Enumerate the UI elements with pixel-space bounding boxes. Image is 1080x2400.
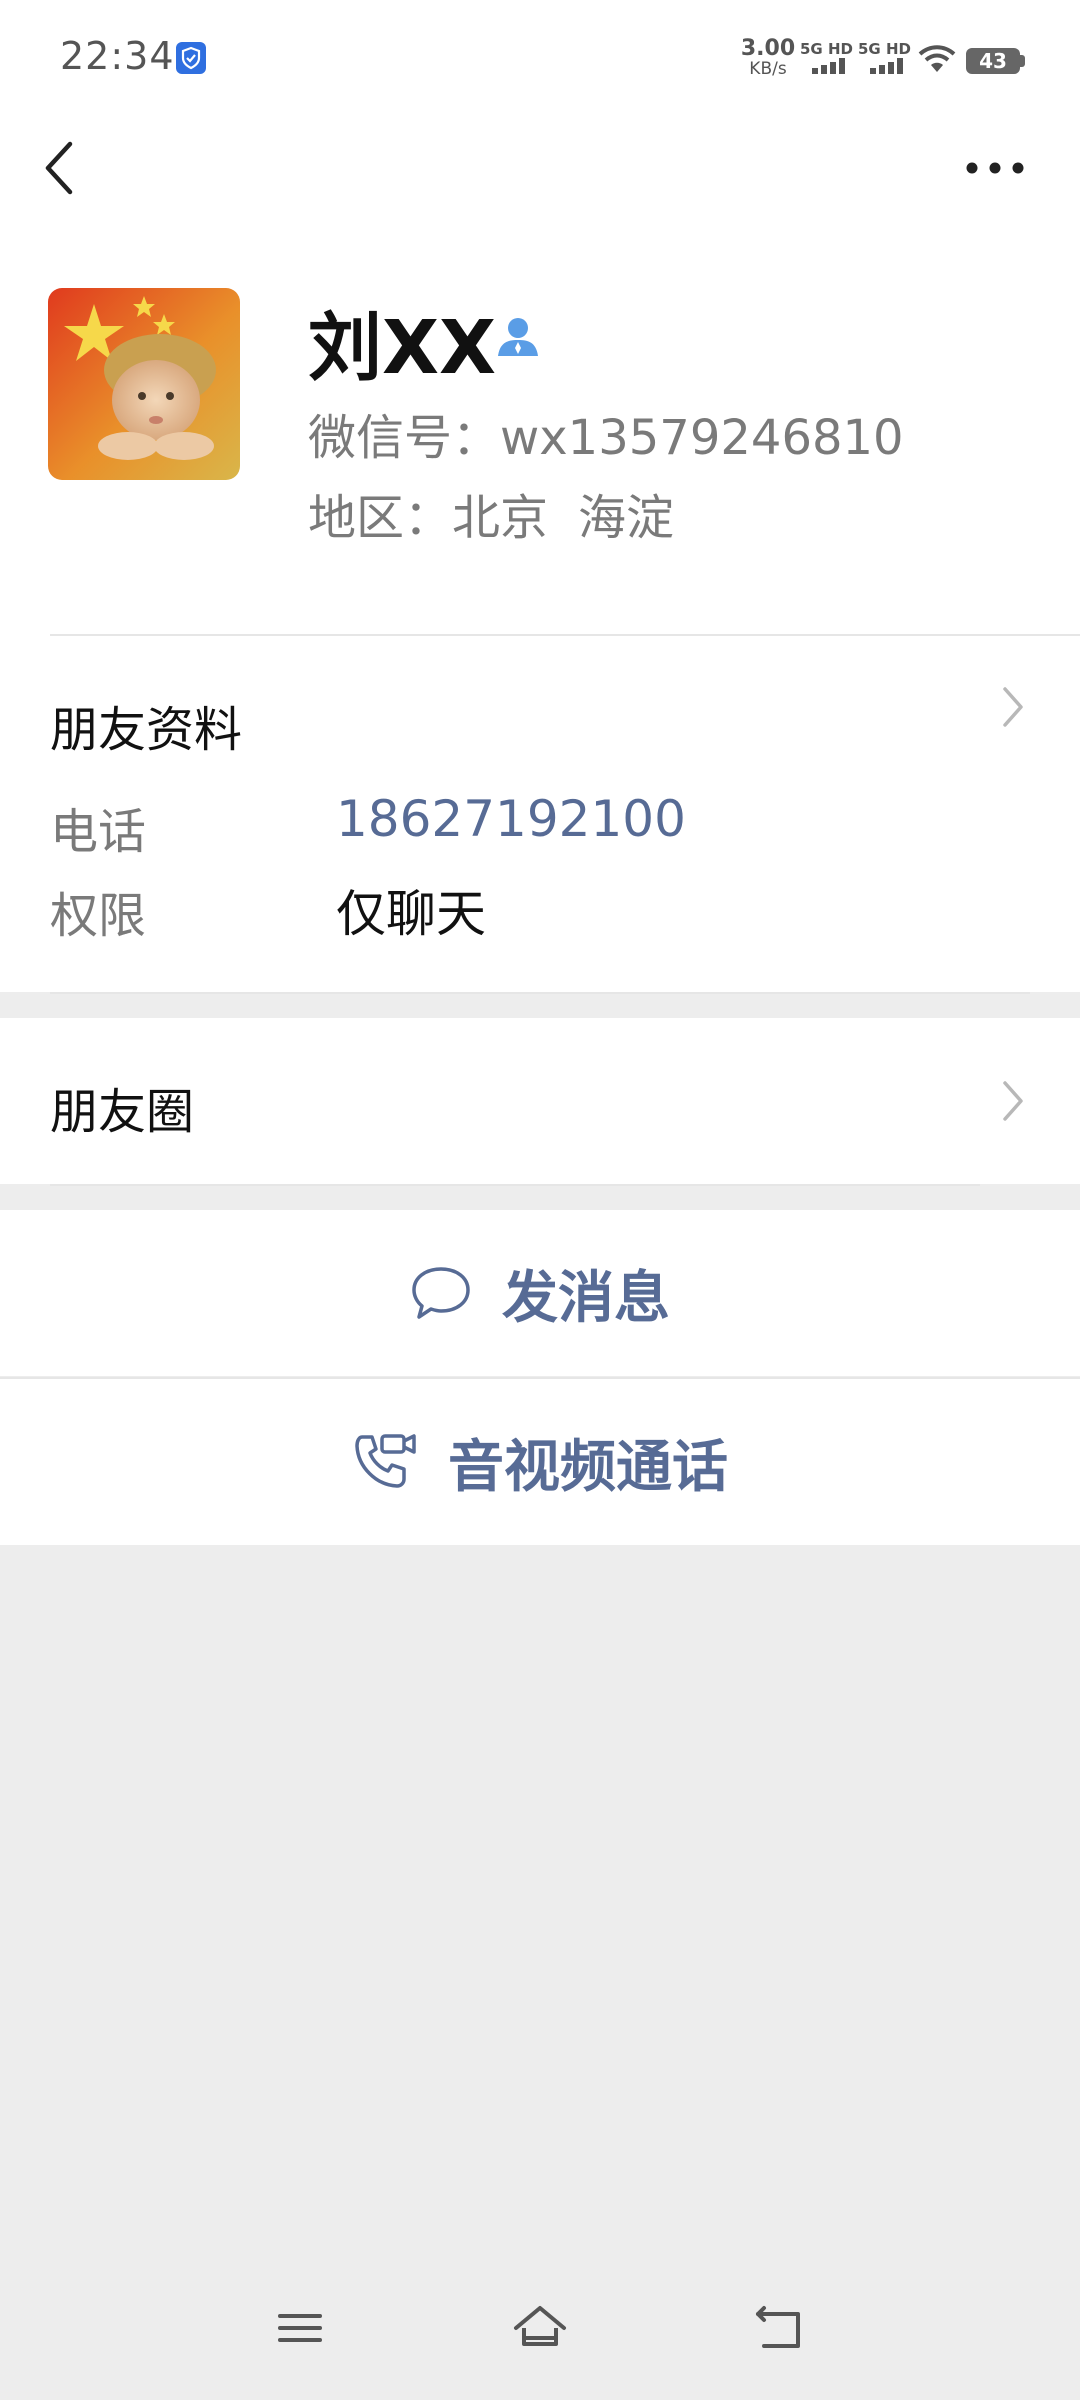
more-dots-icon[interactable] xyxy=(960,140,1030,196)
contact-name: 刘XX xyxy=(308,305,497,391)
phone-number-link[interactable]: 18627192100 xyxy=(336,790,686,848)
permission-value: 仅聊天 xyxy=(336,885,486,943)
region-label: 地区： xyxy=(308,490,453,546)
moments-title[interactable]: 朋友圈 xyxy=(50,1072,194,1142)
chevron-right-icon[interactable] xyxy=(1000,684,1026,730)
section-gap xyxy=(0,994,1080,1018)
shield-icon xyxy=(176,42,206,74)
wifi-icon xyxy=(918,45,956,72)
sim2-signal: 5G HD xyxy=(858,40,911,76)
signal-bars-icon xyxy=(812,58,845,74)
person-icon xyxy=(498,318,538,356)
battery-tip xyxy=(1020,55,1025,67)
signal-bars-icon xyxy=(870,58,903,74)
menu-icon[interactable] xyxy=(272,2300,328,2356)
section-gap xyxy=(0,1186,1080,1210)
friend-info-title[interactable]: 朋友资料 xyxy=(50,690,242,760)
send-message-label: 发消息 xyxy=(502,1265,670,1331)
voice-video-call-button[interactable]: 音视频通话 xyxy=(0,1379,1080,1545)
profile-card xyxy=(0,120,1080,992)
chevron-right-icon[interactable] xyxy=(1000,1078,1026,1124)
wechat-id: 微信号：wx13579246810 xyxy=(308,410,904,466)
home-icon[interactable] xyxy=(512,2300,568,2356)
net-speed: 3.00 KB/s xyxy=(740,36,796,79)
avatar[interactable] xyxy=(48,288,240,480)
phone-video-icon xyxy=(355,1434,416,1488)
battery-indicator: 43 xyxy=(966,48,1020,74)
voice-video-call-label: 音视频通话 xyxy=(448,1434,728,1500)
region-city: 北京 xyxy=(452,490,549,546)
phone-label: 电话 xyxy=(50,804,147,860)
status-bar: 22:34 3.00 KB/s 5G HD 5G HD 43 xyxy=(0,0,1080,120)
chat-bubble-icon xyxy=(412,1267,470,1319)
sim1-signal: 5G HD xyxy=(800,40,853,76)
back-arrow-icon[interactable] xyxy=(36,134,86,202)
region: 地区：北京 海淀 xyxy=(308,478,674,548)
permission-label: 权限 xyxy=(50,888,147,944)
return-icon[interactable] xyxy=(752,2300,808,2356)
status-time: 22:34 xyxy=(60,34,175,78)
send-message-button[interactable]: 发消息 xyxy=(0,1210,1080,1376)
divider xyxy=(50,634,1080,636)
region-district: 海淀 xyxy=(578,490,675,546)
